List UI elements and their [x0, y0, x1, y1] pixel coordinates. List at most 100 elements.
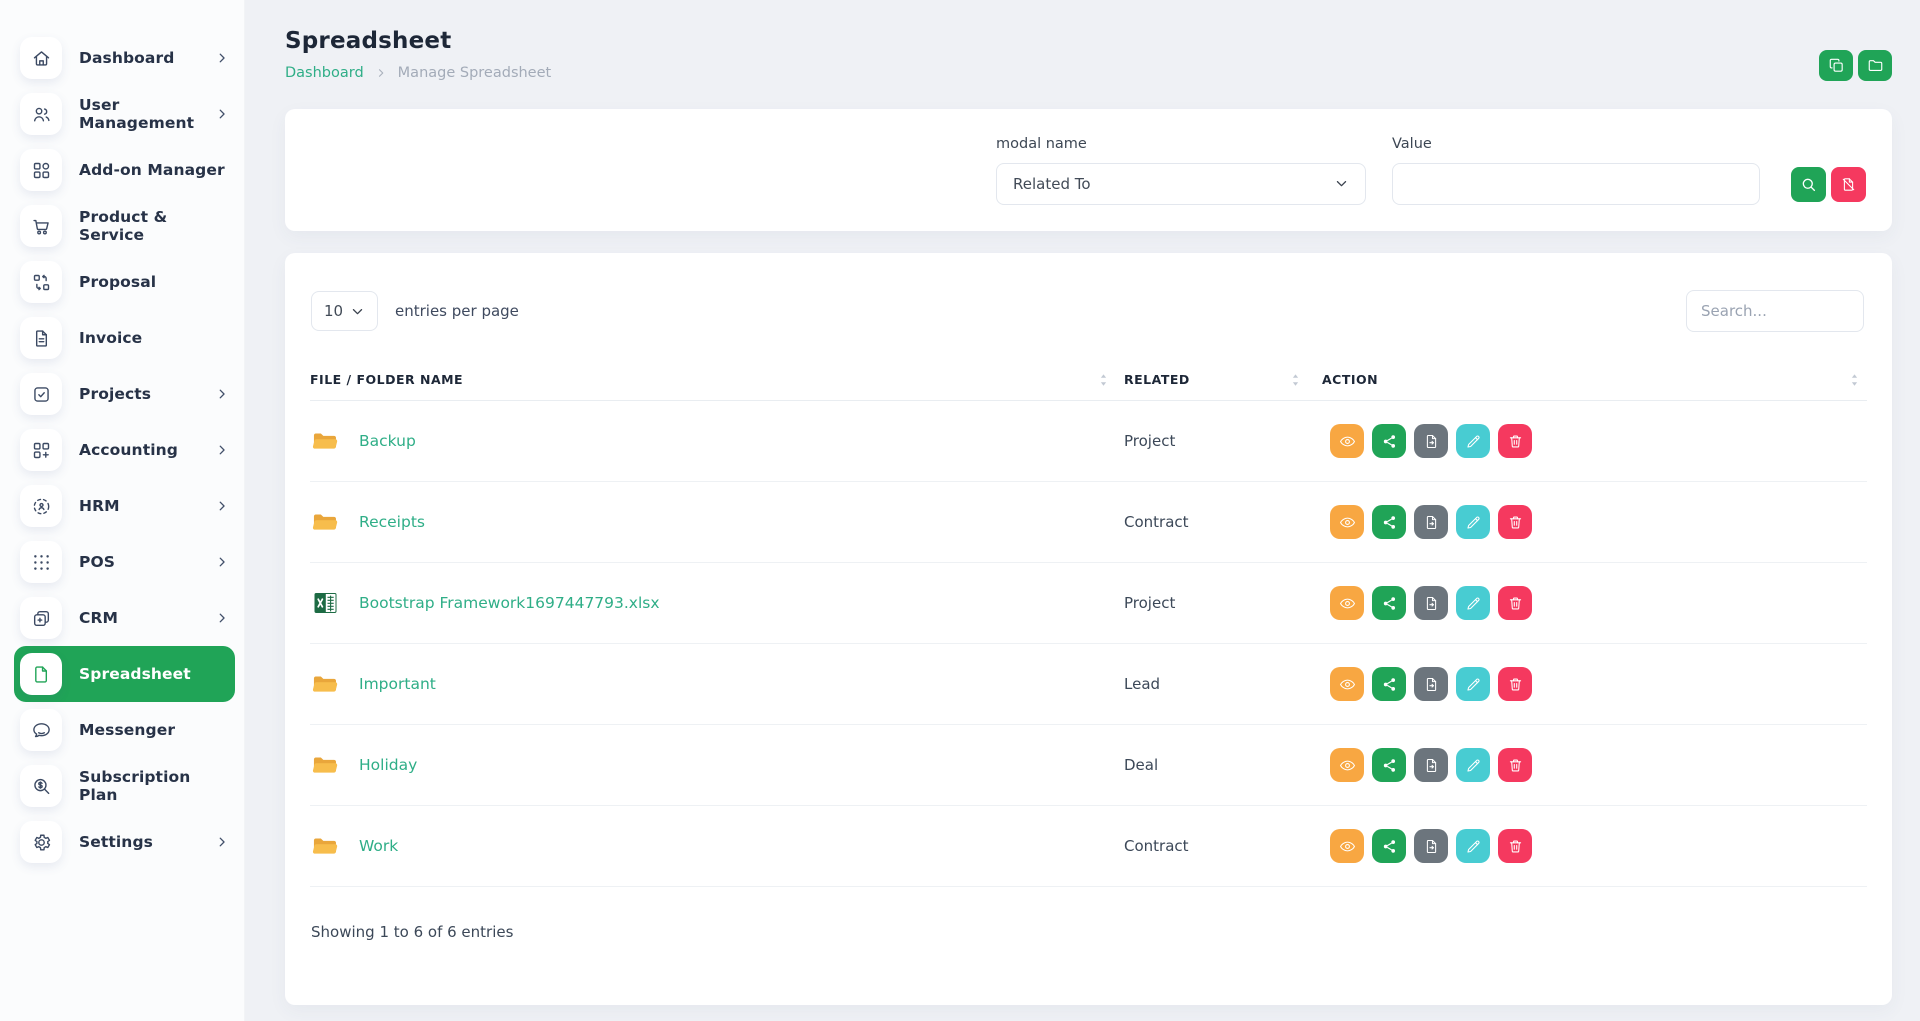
create-folder-button[interactable]	[1858, 50, 1892, 81]
pencil-icon	[1465, 838, 1482, 855]
column-header-action[interactable]: ACTION	[1322, 359, 1867, 400]
table-toolbar: 10 entries per page	[285, 253, 1892, 359]
sidebar-item-dashboard[interactable]: Dashboard	[0, 30, 245, 86]
share-button[interactable]	[1372, 748, 1406, 782]
addon-icon	[20, 149, 62, 191]
sidebar-item-subscription-plan[interactable]: Subscription Plan	[0, 758, 245, 814]
eye-icon	[1339, 838, 1356, 855]
related-to-select[interactable]: Related To	[996, 163, 1366, 205]
delete-button[interactable]	[1498, 505, 1532, 539]
export-button[interactable]	[1414, 424, 1448, 458]
page-size-select[interactable]: 10	[311, 291, 378, 331]
file-export-icon	[1423, 838, 1440, 855]
edit-button[interactable]	[1456, 586, 1490, 620]
share-button[interactable]	[1372, 667, 1406, 701]
chevron-right-icon	[215, 107, 229, 121]
edit-button[interactable]	[1456, 424, 1490, 458]
value-field-group: Value	[1392, 136, 1760, 205]
column-header-file-folder-name[interactable]: FILE / FOLDER NAME	[310, 359, 1124, 400]
table-search-input[interactable]	[1686, 290, 1864, 332]
sidebar-item-settings[interactable]: Settings	[0, 814, 245, 870]
file-name-link[interactable]: Bootstrap Framework1697447793.xlsx	[359, 594, 660, 612]
excel-file-icon	[312, 591, 339, 615]
folder-icon	[312, 834, 339, 858]
filter-search-button[interactable]	[1791, 167, 1826, 202]
file-name-cell: Holiday	[310, 753, 1124, 777]
delete-button[interactable]	[1498, 586, 1532, 620]
edit-button[interactable]	[1456, 505, 1490, 539]
sidebar-item-proposal[interactable]: Proposal	[0, 254, 245, 310]
sidebar-item-pos[interactable]: POS	[0, 534, 245, 590]
sidebar-item-label: User Management	[79, 96, 215, 132]
share-button[interactable]	[1372, 505, 1406, 539]
export-button[interactable]	[1414, 748, 1448, 782]
column-label: FILE / FOLDER NAME	[310, 372, 463, 387]
page-title: Spreadsheet	[285, 28, 551, 54]
sidebar-item-invoice[interactable]: Invoice	[0, 310, 245, 366]
breadcrumb-dashboard-link[interactable]: Dashboard	[285, 65, 364, 81]
eye-icon	[1339, 433, 1356, 450]
filter-card: modal name Related To Value	[285, 109, 1892, 231]
export-button[interactable]	[1414, 829, 1448, 863]
chevron-right-icon	[215, 835, 229, 849]
sidebar-item-accounting[interactable]: Accounting	[0, 422, 245, 478]
sidebar-item-product-service[interactable]: Product & Service	[0, 198, 245, 254]
edit-button[interactable]	[1456, 829, 1490, 863]
action-buttons	[1322, 829, 1867, 863]
file-name-link[interactable]: Work	[359, 837, 398, 855]
sidebar-item-add-on-manager[interactable]: Add-on Manager	[0, 142, 245, 198]
file-name-link[interactable]: Backup	[359, 432, 416, 450]
file-name-link[interactable]: Holiday	[359, 756, 417, 774]
sidebar-item-crm[interactable]: CRM	[0, 590, 245, 646]
sort-icon	[1099, 373, 1108, 387]
hrm-icon	[20, 485, 62, 527]
eye-icon	[1339, 514, 1356, 531]
view-button[interactable]	[1330, 748, 1364, 782]
header-actions	[1819, 50, 1892, 81]
upload-file-button[interactable]	[1819, 50, 1853, 81]
column-header-related[interactable]: RELATED	[1124, 359, 1322, 400]
sidebar-item-hrm[interactable]: HRM	[0, 478, 245, 534]
export-button[interactable]	[1414, 667, 1448, 701]
filter-clear-button[interactable]	[1831, 167, 1866, 202]
filter-buttons	[1791, 167, 1866, 202]
model-name-label: modal name	[996, 136, 1366, 152]
filter-fields: modal name Related To Value	[996, 136, 1866, 205]
related-value: Lead	[1124, 675, 1322, 693]
delete-button[interactable]	[1498, 424, 1532, 458]
invoice-icon	[20, 317, 62, 359]
delete-button[interactable]	[1498, 748, 1532, 782]
view-button[interactable]	[1330, 829, 1364, 863]
export-button[interactable]	[1414, 586, 1448, 620]
sidebar-item-messenger[interactable]: Messenger	[0, 702, 245, 758]
eye-icon	[1339, 595, 1356, 612]
crm-icon	[20, 597, 62, 639]
file-name-link[interactable]: Important	[359, 675, 436, 693]
view-button[interactable]	[1330, 505, 1364, 539]
copy-icon	[1828, 57, 1845, 74]
related-value: Contract	[1124, 513, 1322, 531]
delete-button[interactable]	[1498, 667, 1532, 701]
view-button[interactable]	[1330, 586, 1364, 620]
share-button[interactable]	[1372, 829, 1406, 863]
view-button[interactable]	[1330, 424, 1364, 458]
sidebar-item-user-management[interactable]: User Management	[0, 86, 245, 142]
share-button[interactable]	[1372, 586, 1406, 620]
table-header-row: FILE / FOLDER NAME RELATEDACTION	[310, 359, 1867, 401]
edit-button[interactable]	[1456, 667, 1490, 701]
subscription-icon	[20, 765, 62, 807]
share-button[interactable]	[1372, 424, 1406, 458]
users-icon	[20, 93, 62, 135]
export-button[interactable]	[1414, 505, 1448, 539]
delete-button[interactable]	[1498, 829, 1532, 863]
table-row: Receipts Contract	[310, 482, 1867, 563]
edit-button[interactable]	[1456, 748, 1490, 782]
column-label: ACTION	[1322, 372, 1378, 387]
value-input[interactable]	[1392, 163, 1760, 205]
view-button[interactable]	[1330, 667, 1364, 701]
sidebar-item-label: Spreadsheet	[79, 665, 223, 683]
sidebar-item-projects[interactable]: Projects	[0, 366, 245, 422]
sidebar-item-spreadsheet[interactable]: Spreadsheet	[14, 646, 235, 702]
folder-icon	[312, 510, 339, 534]
file-name-link[interactable]: Receipts	[359, 513, 425, 531]
